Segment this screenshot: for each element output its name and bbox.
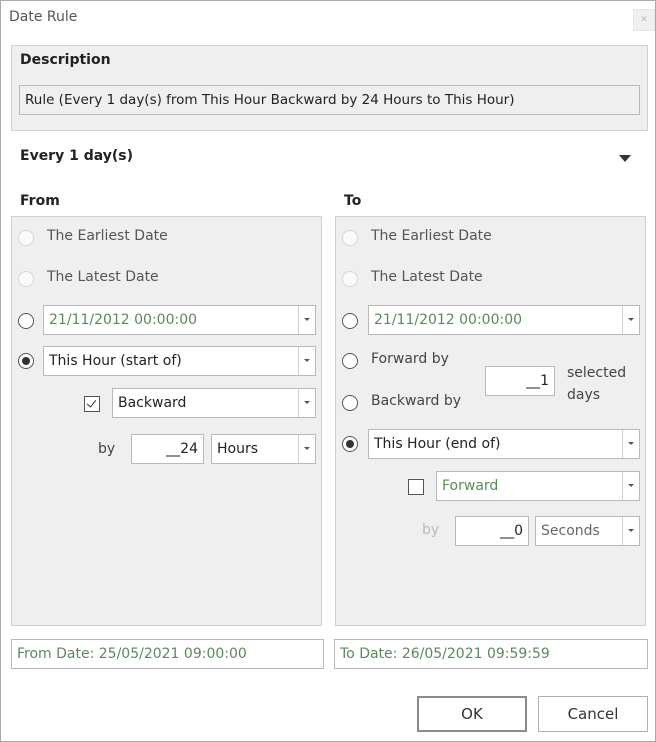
from-earliest-radio[interactable]	[18, 230, 34, 246]
to-date-combo[interactable]: 21/11/2012 00:00:00	[368, 305, 640, 335]
to-earliest-label: The Earliest Date	[371, 228, 492, 244]
to-days-amount[interactable]: __1	[485, 366, 555, 396]
from-by-label: by	[98, 441, 116, 457]
from-earliest-label: The Earliest Date	[47, 228, 168, 244]
to-date-radio[interactable]	[342, 313, 358, 329]
from-heading: From	[20, 193, 60, 209]
to-direction-value: Forward	[442, 478, 499, 494]
from-direction-value: Backward	[118, 395, 187, 411]
to-forward-by-radio[interactable]	[342, 353, 358, 369]
window-title: Date Rule	[9, 9, 78, 25]
to-date-value: 21/11/2012 00:00:00	[374, 312, 523, 328]
to-direction-checkbox[interactable]	[408, 479, 424, 495]
description-heading: Description	[20, 52, 111, 68]
from-latest-label: The Latest Date	[47, 269, 159, 285]
to-forward-by-label: Forward by	[371, 351, 449, 367]
recurrence-label[interactable]: Every 1 day(s)	[20, 148, 133, 164]
to-by-amount[interactable]: __0	[455, 516, 529, 546]
to-relative-value: This Hour (end of)	[374, 436, 501, 452]
dropdown-arrow-icon[interactable]	[622, 517, 639, 545]
from-relative-value: This Hour (start of)	[49, 353, 182, 369]
to-direction-combo[interactable]: Forward	[436, 471, 640, 501]
date-rule-dialog: Date Rule ✕ Description Rule (Every 1 da…	[0, 0, 656, 742]
description-field: Rule (Every 1 day(s) from This Hour Back…	[19, 85, 640, 115]
to-relative-combo[interactable]: This Hour (end of)	[368, 429, 640, 459]
from-latest-radio[interactable]	[18, 271, 34, 287]
cancel-button[interactable]: Cancel	[538, 696, 648, 732]
from-relative-radio[interactable]	[18, 353, 34, 369]
ok-button[interactable]: OK	[417, 696, 527, 732]
to-unit-value: Seconds	[541, 523, 600, 539]
from-direction-checkbox[interactable]	[84, 396, 100, 412]
to-by-label: by	[422, 522, 440, 538]
to-earliest-radio[interactable]	[342, 230, 358, 246]
from-relative-combo[interactable]: This Hour (start of)	[43, 346, 316, 376]
to-date-result: To Date: 26/05/2021 09:59:59	[334, 639, 648, 669]
chevron-down-icon[interactable]	[619, 155, 631, 162]
from-date-radio[interactable]	[18, 313, 34, 329]
dropdown-arrow-icon[interactable]	[298, 306, 315, 334]
from-date-result: From Date: 25/05/2021 09:00:00	[11, 639, 324, 669]
to-days-label: selected days	[567, 365, 627, 403]
close-icon: ✕	[640, 15, 648, 25]
to-unit-combo[interactable]: Seconds	[535, 516, 640, 546]
from-unit-value: Hours	[217, 441, 259, 457]
to-latest-label: The Latest Date	[371, 269, 483, 285]
to-backward-by-radio[interactable]	[342, 395, 358, 411]
from-unit-combo[interactable]: Hours	[211, 434, 316, 464]
to-heading: To	[344, 193, 362, 209]
dropdown-arrow-icon[interactable]	[622, 472, 639, 500]
from-direction-combo[interactable]: Backward	[112, 388, 316, 418]
to-relative-radio[interactable]	[342, 436, 358, 452]
to-latest-radio[interactable]	[342, 271, 358, 287]
dropdown-arrow-icon[interactable]	[622, 430, 639, 458]
from-by-amount[interactable]: __24	[131, 434, 204, 464]
close-button[interactable]: ✕	[633, 9, 655, 31]
from-date-combo[interactable]: 21/11/2012 00:00:00	[43, 305, 316, 335]
to-backward-by-label: Backward by	[371, 393, 462, 409]
dropdown-arrow-icon[interactable]	[298, 435, 315, 463]
dropdown-arrow-icon[interactable]	[622, 306, 639, 334]
from-date-value: 21/11/2012 00:00:00	[49, 312, 198, 328]
dropdown-arrow-icon[interactable]	[298, 389, 315, 417]
dropdown-arrow-icon[interactable]	[298, 347, 315, 375]
